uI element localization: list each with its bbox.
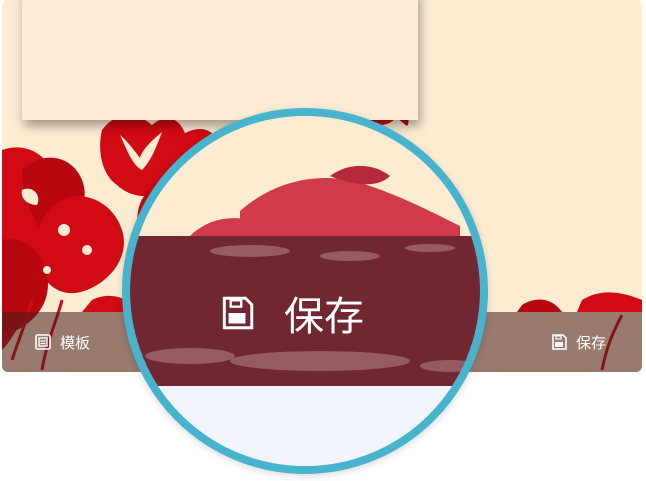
save-icon (552, 334, 567, 350)
paper-sheet (22, 0, 418, 120)
magnifier-lens: 保存 (122, 108, 488, 474)
template-button[interactable]: 模板 (34, 332, 90, 352)
template-icon (35, 334, 51, 350)
magnified-save-button: 保存 (218, 284, 364, 342)
template-button-label: 模板 (60, 333, 91, 352)
save-button[interactable]: 保存 (550, 332, 606, 352)
save-button-label: 保存 (576, 333, 607, 352)
editor-screenshot: 模板 保存 保存 (0, 0, 646, 481)
magnified-save-label: 保存 (284, 294, 364, 340)
magnified-save-icon (222, 296, 254, 330)
